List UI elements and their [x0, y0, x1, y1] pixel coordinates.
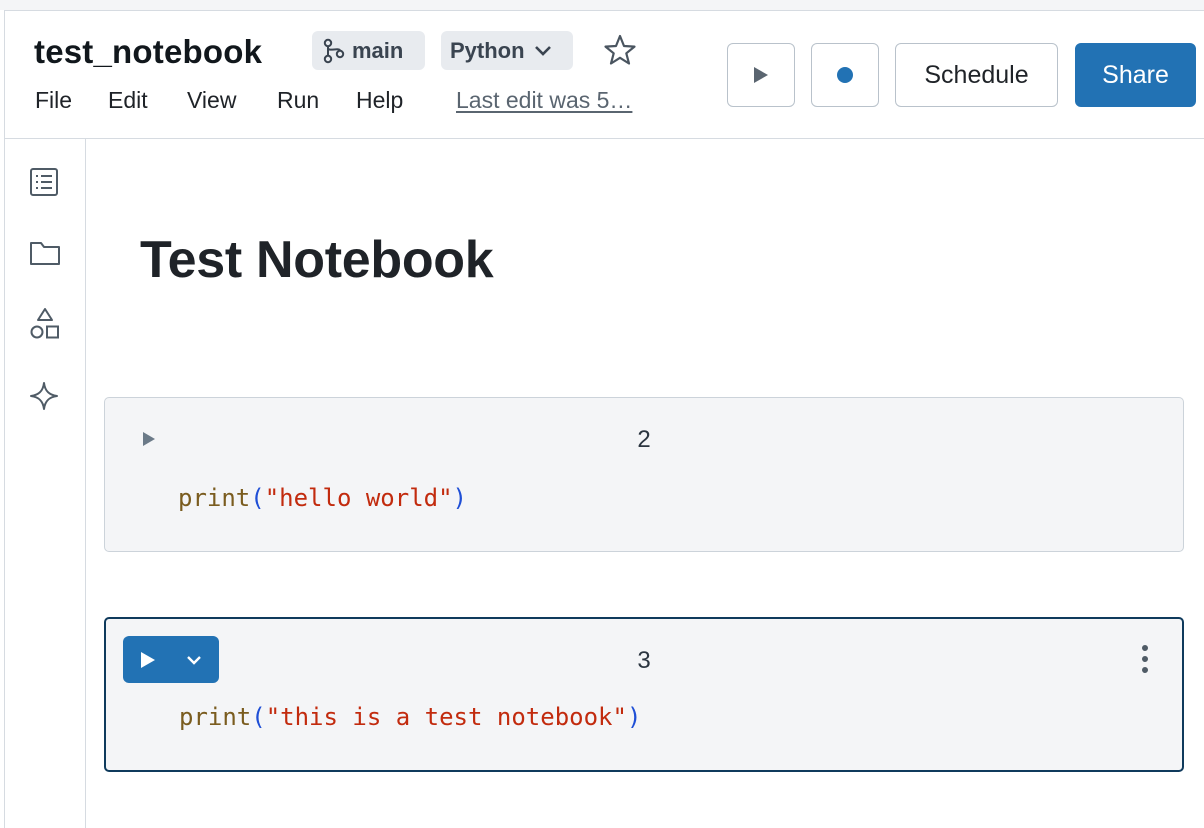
menu-file[interactable]: File: [35, 87, 72, 114]
notebook-title[interactable]: test_notebook: [34, 33, 262, 71]
branch-selector[interactable]: main: [312, 31, 425, 70]
code-paren-open: (: [251, 703, 266, 731]
menu-edit[interactable]: Edit: [108, 87, 148, 114]
table-of-contents-icon[interactable]: [29, 167, 59, 197]
menu-help[interactable]: Help: [356, 87, 403, 114]
left-sidebar: [5, 139, 86, 828]
code-string: "hello world": [264, 484, 453, 512]
cell-number: 3: [637, 647, 651, 674]
notebook-heading: Test Notebook: [140, 231, 494, 289]
code-paren-close: ): [626, 703, 642, 731]
branch-label: main: [352, 37, 404, 63]
code-string: "this is a test notebook": [265, 703, 627, 731]
code-paren-open: (: [250, 484, 265, 512]
star-icon[interactable]: [603, 33, 637, 67]
cell-code[interactable]: print("this is a test notebook"): [179, 703, 641, 731]
schedule-button[interactable]: Schedule: [895, 43, 1058, 107]
cell-number: 2: [637, 426, 651, 453]
play-icon: [754, 67, 768, 83]
cell-code[interactable]: print("hello world"): [178, 484, 467, 512]
sparkle-icon[interactable]: [29, 381, 59, 411]
status-dot-icon: [837, 67, 853, 83]
menu-run[interactable]: Run: [277, 87, 319, 114]
more-options-icon[interactable]: [1140, 643, 1150, 675]
folder-icon[interactable]: [29, 239, 61, 267]
compute-status-button[interactable]: [811, 43, 879, 107]
shapes-icon[interactable]: [29, 307, 61, 341]
last-edit-link[interactable]: Last edit was 5…: [456, 87, 632, 114]
code-function: print: [179, 703, 252, 731]
menu-view[interactable]: View: [187, 87, 236, 114]
code-cell-selected[interactable]: 3 print("this is a test notebook"): [104, 617, 1184, 772]
code-cell[interactable]: 2 print("hello world"): [104, 397, 1184, 552]
top-strip: [0, 0, 1204, 11]
code-function: print: [178, 484, 251, 512]
code-paren-close: ): [452, 484, 467, 512]
git-branch-icon: [323, 38, 345, 63]
share-button[interactable]: Share: [1075, 43, 1196, 107]
language-selector[interactable]: Python: [441, 31, 573, 70]
notebook-header: test_notebook main Python File Edit View…: [5, 11, 1204, 139]
chevron-down-icon: [534, 45, 551, 56]
run-all-button[interactable]: [727, 43, 795, 107]
language-label: Python: [450, 37, 525, 63]
